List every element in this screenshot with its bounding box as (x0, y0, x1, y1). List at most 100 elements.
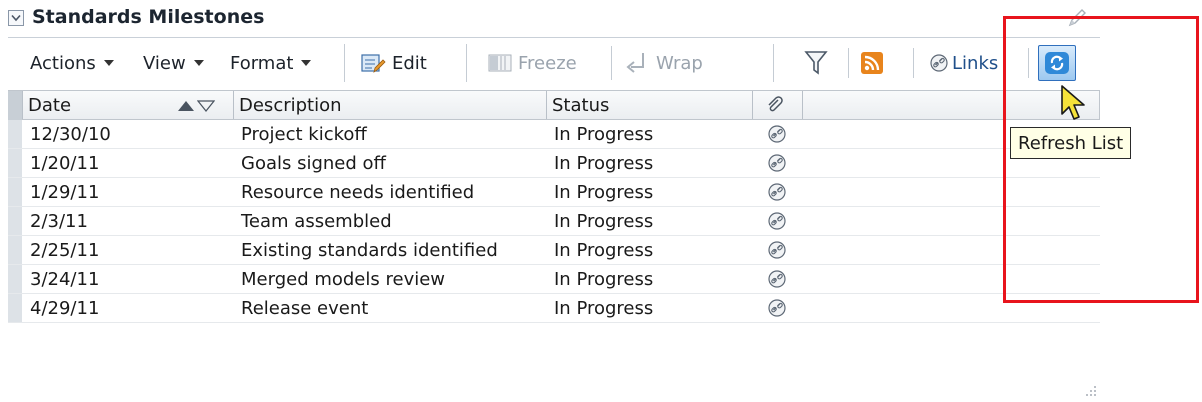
link-icon[interactable] (768, 270, 786, 288)
toolbar-separator (466, 44, 467, 82)
link-icon[interactable] (768, 125, 786, 143)
paperclip-icon (768, 96, 783, 112)
edit-button[interactable]: Edit (360, 49, 427, 77)
date-cell: 12/30/10 (30, 123, 111, 145)
table-row[interactable]: 4/29/11 Release event In Progress (8, 294, 1100, 323)
freeze-button-label: Freeze (518, 52, 577, 74)
toolbar-separator (344, 44, 345, 82)
date-cell: 4/29/11 (30, 297, 100, 319)
status-cell: In Progress (554, 152, 654, 174)
links-cell (768, 178, 802, 206)
refresh-list-tooltip: Refresh List (1010, 127, 1132, 159)
table-row[interactable]: 1/29/11 Resource needs identified In Progr… (8, 178, 1100, 207)
column-header-label: Description (239, 94, 342, 116)
links-cell (768, 294, 802, 322)
status-cell: In Progress (554, 268, 654, 290)
row-selector[interactable] (8, 265, 22, 293)
actions-menu-label: Actions (30, 52, 96, 74)
date-cell: 3/24/11 (30, 268, 100, 290)
caret-down-icon (193, 60, 204, 66)
column-header-status[interactable]: Status (546, 91, 752, 119)
freeze-columns-icon (488, 54, 512, 72)
link-icon[interactable] (768, 241, 786, 259)
caret-down-icon (103, 60, 114, 66)
row-selector[interactable] (8, 120, 22, 148)
toolbar: Actions View Format Edit Freeze Wrap Lin… (8, 38, 1100, 88)
date-cell: 2/25/11 (30, 239, 100, 261)
date-cell: 1/29/11 (30, 181, 100, 203)
highlight-box (1003, 16, 1199, 303)
link-icon[interactable] (768, 183, 786, 201)
edit-button-label: Edit (392, 52, 427, 74)
description-cell: Team assembled (241, 210, 392, 232)
table-header-row: Date Description Status (8, 90, 1100, 120)
table-row[interactable]: 3/24/11 Merged models review In Progress (8, 265, 1100, 294)
column-header-label: Date (28, 94, 72, 116)
freeze-button[interactable]: Freeze (488, 49, 577, 77)
table-row[interactable]: 1/20/11 Goals signed off In Progress (8, 149, 1100, 178)
row-selector[interactable] (8, 294, 22, 322)
milestones-table: Date Description Status 12/30/10 Project … (8, 90, 1100, 323)
actions-menu[interactable]: Actions (30, 50, 114, 76)
column-header-date[interactable]: Date (22, 91, 233, 119)
description-cell: Release event (241, 297, 369, 319)
link-icon[interactable] (768, 212, 786, 230)
row-selector[interactable] (8, 236, 22, 264)
column-header-links[interactable] (752, 91, 802, 119)
rss-feed-icon[interactable] (861, 52, 883, 74)
table-row[interactable]: 12/30/10 Project kickoff In Progress (8, 120, 1100, 149)
status-cell: In Progress (554, 297, 654, 319)
link-icon (930, 54, 948, 72)
filter-icon[interactable] (804, 50, 828, 76)
description-cell: Goals signed off (241, 152, 386, 174)
status-cell: In Progress (554, 210, 654, 232)
sort-ascending-icon[interactable] (177, 100, 195, 112)
wrap-text-icon (626, 53, 644, 73)
links-button[interactable]: Links (930, 49, 998, 77)
links-button-label: Links (952, 52, 999, 74)
column-header-description[interactable]: Description (233, 91, 546, 119)
description-cell: Project kickoff (241, 123, 367, 145)
table-row[interactable]: 2/3/11 Team assembled In Progress (8, 207, 1100, 236)
links-cell (768, 265, 802, 293)
link-icon[interactable] (768, 154, 786, 172)
table-body: 12/30/10 Project kickoff In Progress 1/20/1… (8, 120, 1100, 323)
view-menu[interactable]: View (143, 50, 204, 76)
toolbar-separator (773, 44, 774, 82)
link-icon[interactable] (768, 299, 786, 317)
row-selector[interactable] (8, 149, 22, 177)
row-selector[interactable] (8, 178, 22, 206)
row-selector[interactable] (8, 207, 22, 235)
date-cell: 1/20/11 (30, 152, 100, 174)
column-header-label: Status (552, 94, 610, 116)
description-cell: Resource needs identified (241, 181, 475, 203)
wrap-button-label: Wrap (656, 52, 703, 74)
table-row[interactable]: 2/25/11 Existing standards identified In P… (8, 236, 1100, 265)
chevron-down-icon (11, 14, 21, 22)
collapse-panel-button[interactable] (8, 10, 24, 26)
links-cell (768, 207, 802, 235)
links-cell (768, 149, 802, 177)
caret-down-icon (301, 60, 312, 66)
description-cell: Merged models review (241, 268, 446, 290)
description-cell: Existing standards identified (241, 239, 498, 261)
view-menu-label: View (143, 52, 186, 74)
links-cell (768, 236, 802, 264)
status-cell: In Progress (554, 181, 654, 203)
toolbar-separator (913, 48, 914, 78)
sort-descending-icon[interactable] (197, 100, 215, 112)
format-menu[interactable]: Format (230, 50, 312, 76)
panel-title: Standards Milestones (32, 6, 265, 28)
edit-icon (361, 54, 386, 73)
date-cell: 2/3/11 (30, 210, 88, 232)
status-cell: In Progress (554, 239, 654, 261)
header-row-selector[interactable] (8, 91, 22, 120)
toolbar-separator (611, 46, 612, 80)
status-cell: In Progress (554, 123, 654, 145)
resize-grip-icon[interactable] (1084, 384, 1098, 398)
wrap-button[interactable]: Wrap (624, 49, 703, 77)
toolbar-separator (848, 48, 849, 78)
mouse-pointer-icon (1061, 85, 1085, 120)
links-cell (768, 120, 802, 148)
format-menu-label: Format (230, 52, 294, 74)
